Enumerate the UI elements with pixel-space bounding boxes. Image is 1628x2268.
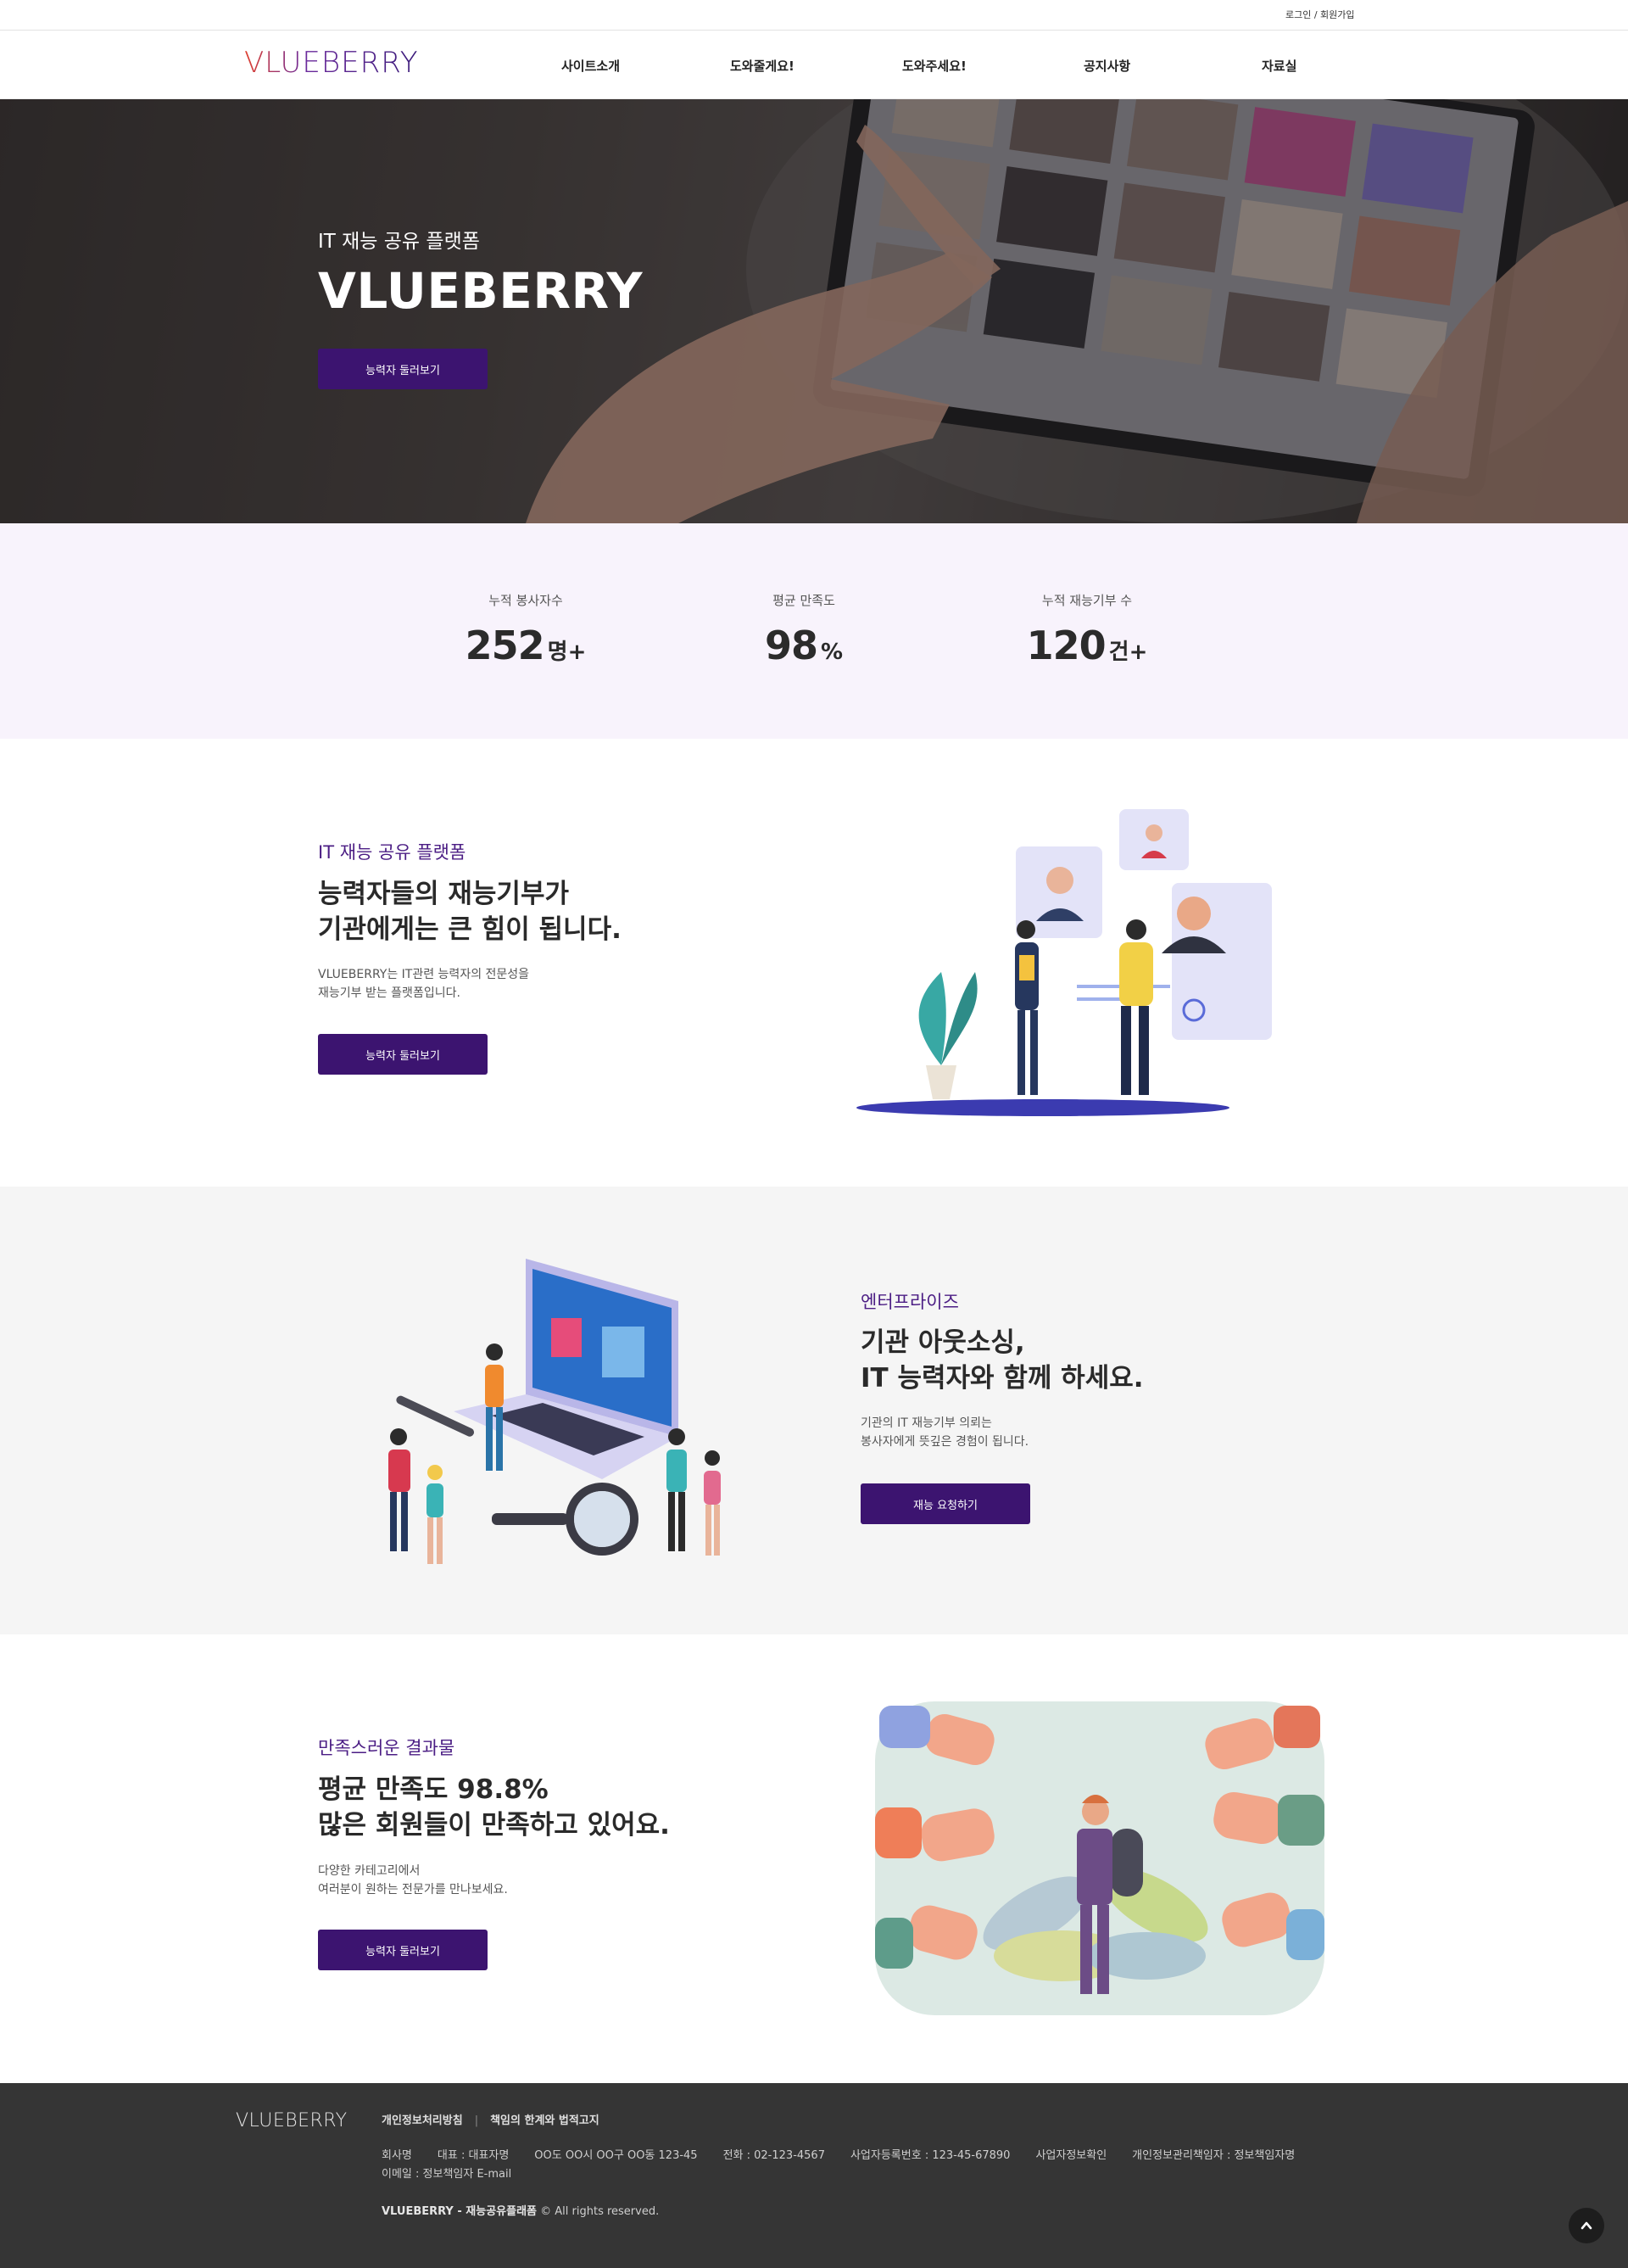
section-description: 기관의 IT 재능기부 의뢰는 봉사자에게 뜻깊은 경험이 됩니다. [861,1414,1029,1451]
section-eyebrow: 만족스러운 결과물 [318,1738,455,1758]
feature-enterprise: 엔터프라이즈 기관 아웃소싱, IT 능력자와 함께 하세요. 기관의 IT 재… [0,1187,1628,1634]
heading-line: 기관에게는 큰 힘이 됩니다. [318,914,622,945]
stat-label: 평균 만족도 [772,593,835,608]
stat-label: 누적 봉사자수 [488,593,563,608]
nav-item-offer-help[interactable]: 도와줄게요! [730,57,794,75]
request-talent-button[interactable]: 재능 요청하기 [861,1483,1030,1524]
company-email: 이메일 : 정보책임자 E-mail [382,2168,512,2181]
hero-subtitle: IT 재능 공유 플랫폼 [318,231,480,253]
feature-satisfaction: 만족스러운 결과물 평균 만족도 98.8% 많은 회원들이 만족하고 있어요.… [0,1634,1628,2083]
site-footer: VLUEBERRY 개인정보처리방침 | 책임의 한계와 법적고지 회사명 대표 : … [0,2083,1628,2268]
copyright-brand: VLUEBERRY - 재능공유플래폼 [382,2205,537,2218]
company-name: 회사명 [382,2149,412,2162]
stat-unit: 명+ [547,640,587,665]
illustration-laptop-team [388,1259,721,1564]
stats-section: 누적 봉사자수 252 명+ 평균 만족도 98% 누적 재능기부 수 120 건+ [0,523,1628,739]
company-info: 회사명 대표 : 대표자명 OO도 OO시 OO구 OO동 123-45 전화 : 0… [382,2146,1320,2162]
company-phone: 전화 : 02-123-4567 [722,2149,825,2162]
desc-line: VLUEBERRY는 IT관련 능력자의 전문성을 [318,968,530,981]
desc-line: 기관의 IT 재능기부 의뢰는 [861,1416,992,1430]
stat-satisfaction: 평균 만족도 98% [711,591,897,668]
hero-overlay [0,99,1628,523]
login-signup-link[interactable]: 로그인 / 회원가입 [1285,8,1355,21]
scroll-top-button[interactable] [1569,2208,1604,2243]
hero-banner: IT 재능 공유 플랫폼 VLUEBERRY 능력자 둘러보기 [0,99,1628,523]
section-heading: 능력자들의 재능기부가 기관에게는 큰 힘이 됩니다. [318,876,622,947]
copyright: VLUEBERRY - 재능공유플래폼 © All rights reserve… [382,2202,659,2218]
stat-value: 120 [1026,623,1107,668]
site-logo[interactable]: VLUEBERRY [244,46,448,80]
browse-experts-button[interactable]: 능력자 둘러보기 [318,1930,488,1970]
logo-text: VLUEBERRY [244,46,418,80]
business-info-link[interactable]: 사업자정보확인 [1035,2149,1107,2162]
chevron-up-icon [1581,2221,1592,2230]
heading-line: 능력자들의 재능기부가 [318,879,569,909]
heading-line: IT 능력자와 함께 하세요. [861,1363,1144,1394]
browse-talent-button[interactable]: 능력자 둘러보기 [318,1034,488,1075]
stat-value: 252 [465,623,545,668]
privacy-policy-link[interactable]: 개인정보처리방침 [382,2114,463,2127]
top-utility-bar: 로그인 / 회원가입 [0,0,1628,31]
legal-notice-link[interactable]: 책임의 한계와 법적고지 [490,2114,599,2127]
company-address: OO도 OO시 OO구 OO동 123-45 [534,2149,698,2162]
footer-links: 개인정보처리방침 | 책임의 한계와 법적고지 [382,2111,599,2127]
heading-line: 기관 아웃소싱, [861,1327,1025,1358]
stat-unit: % [820,640,844,665]
nav-item-request-help[interactable]: 도와주세요! [902,57,967,75]
footer-logo-text: VLUEBERRY [236,2110,348,2131]
business-number: 사업자등록번호 : 123-45-67890 [850,2149,1011,2162]
hero-title: VLUEBERRY [318,262,643,320]
section-eyebrow: IT 재능 공유 플랫폼 [318,842,466,863]
stat-value: 98 [764,623,818,668]
hero-browse-button[interactable]: 능력자 둘러보기 [318,349,488,389]
section-heading: 평균 만족도 98.8% 많은 회원들이 만족하고 있어요. [318,1772,670,1843]
desc-line: 여러분이 원하는 전문가를 만나보세요. [318,1883,508,1897]
privacy-officer: 개인정보관리책임자 : 정보책임자명 [1132,2149,1296,2162]
stat-label: 누적 재능기부 수 [1041,593,1133,608]
site-header: VLUEBERRY 사이트소개 도와줄게요! 도와주세요! 공지사항 자료실 [0,31,1628,99]
desc-line: 다양한 카테고리에서 [318,1864,421,1878]
section-eyebrow: 엔터프라이즈 [861,1292,959,1312]
stat-donations: 누적 재능기부 수 120 건+ [994,591,1180,668]
nav-item-notices[interactable]: 공지사항 [1084,57,1130,75]
feature-platform: IT 재능 공유 플랫폼 능력자들의 재능기부가 기관에게는 큰 힘이 됩니다.… [0,739,1628,1187]
section-description: VLUEBERRY는 IT관련 능력자의 전문성을 재능기부 받는 플랫폼입니다… [318,965,529,1003]
desc-line: 봉사자에게 뜻깊은 경험이 됩니다. [861,1435,1029,1449]
copyright-text: © All rights reserved. [540,2205,660,2218]
nav-item-resources[interactable]: 자료실 [1262,57,1296,75]
heading-line: 많은 회원들이 만족하고 있어요. [318,1810,670,1841]
desc-line: 재능기부 받는 플랫폼입니다. [318,986,460,1000]
nav-item-about[interactable]: 사이트소개 [561,57,620,75]
illustration-thumbs-up [875,1701,1324,2015]
stat-unit: 건+ [1108,640,1148,665]
section-heading: 기관 아웃소싱, IT 능력자와 함께 하세요. [861,1325,1144,1396]
footer-link-divider: | [474,2114,479,2127]
company-ceo: 대표 : 대표자명 [437,2149,510,2162]
illustration-recruiting [856,809,1272,1116]
stat-volunteers: 누적 봉사자수 252 명+ [432,591,619,668]
footer-logo[interactable]: VLUEBERRY [236,2109,359,2131]
heading-line: 평균 만족도 98.8% [318,1774,549,1805]
section-description: 다양한 카테고리에서 여러분이 원하는 전문가를 만나보세요. [318,1862,508,1899]
